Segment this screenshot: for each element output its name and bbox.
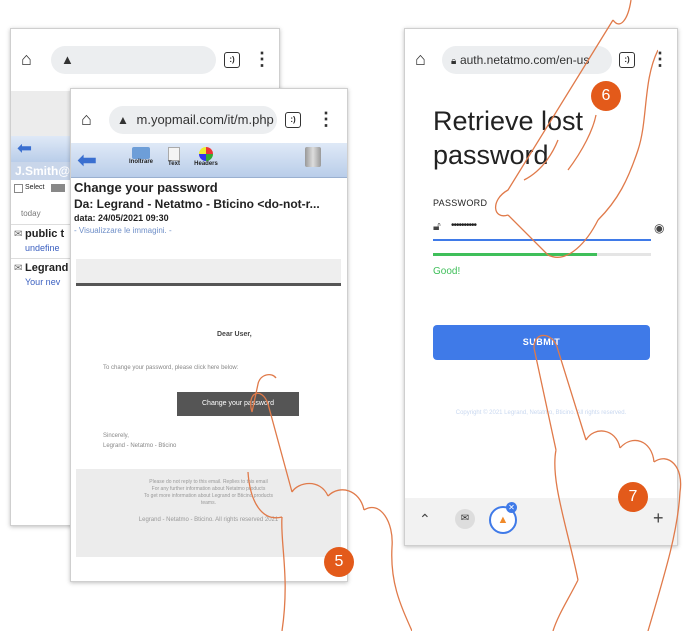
home-icon[interactable]: ⌂: [21, 49, 32, 70]
mail-icon: ✉: [14, 263, 23, 274]
back-address-bar[interactable]: ▲: [51, 46, 216, 74]
back-browser-bar: ⌂ ▲ :) ⋮: [11, 29, 279, 91]
email-instruction: To change your password, please click he…: [103, 365, 239, 371]
step-badge-6: 6: [591, 81, 621, 111]
text-button[interactable]: Text: [163, 147, 185, 167]
lock-icon: 🔒︎: [451, 56, 457, 67]
tabs-icon[interactable]: :): [619, 52, 635, 68]
password-label: PASSWORD: [433, 198, 488, 208]
mid-address-bar[interactable]: ▲ m.yopmail.com/it/m.php: [109, 106, 277, 134]
strength-track: [433, 253, 651, 256]
back-label-badge: [51, 184, 65, 192]
footer-line: For any further information about Netatm…: [151, 486, 266, 492]
close-tab-icon[interactable]: ✕: [506, 502, 517, 513]
right-browser-bar: ⌂ 🔒︎ auth.netatmo.com/en-us :) ⋮: [405, 29, 677, 91]
footer-line: To get more information about Legrand or…: [144, 493, 273, 499]
back-item-sub: undefine: [25, 243, 60, 253]
checkbox-icon[interactable]: [14, 184, 23, 193]
heading-line-2: password: [433, 140, 549, 170]
forward-icon: [132, 147, 150, 159]
back-today-label: today: [21, 209, 41, 218]
plus-icon[interactable]: +: [653, 508, 664, 529]
email-footer: Please do not reply to this email. Repli…: [76, 469, 341, 557]
tabs-icon[interactable]: :): [285, 112, 301, 128]
right-address-bar[interactable]: 🔒︎ auth.netatmo.com/en-us: [442, 46, 612, 74]
strength-fill: [433, 253, 597, 256]
copyright: Copyright © 2021 Legrand, Netatmo, Btici…: [455, 410, 627, 416]
heading-line-1: Retrieve lost: [433, 106, 584, 136]
step-badge-7: 7: [618, 482, 648, 512]
headers-icon: [199, 147, 213, 161]
headers-label: Headers: [194, 161, 218, 167]
email-date-label: data:: [74, 213, 96, 223]
back-item-title: Legrand: [25, 262, 69, 274]
footer-line: Legrand - Netatmo - Bticino. All rights …: [138, 517, 279, 523]
text-icon: [168, 147, 180, 161]
strength-text: Good!: [433, 266, 461, 277]
home-icon[interactable]: ⌂: [415, 49, 426, 70]
back-select-label[interactable]: Select: [25, 184, 44, 191]
tabs-icon[interactable]: :): [224, 52, 240, 68]
email-subject: Change your password: [74, 180, 218, 195]
menu-icon[interactable]: ⋮: [651, 50, 669, 68]
back-item-sub: Your nev: [25, 277, 61, 287]
email-greeting: Dear User,: [217, 331, 252, 338]
forward-button[interactable]: Inoltrare: [123, 147, 159, 165]
trash-icon[interactable]: [305, 147, 321, 167]
forward-label: Inoltrare: [128, 159, 153, 165]
footer-line: Please do not reply to this email. Repli…: [149, 479, 268, 485]
email-date-value: 24/05/2021 09:30: [98, 213, 169, 223]
mid-yop-toolbar: ⬅ Inoltrare Text Headers: [71, 143, 347, 178]
mail-icon: ✉: [14, 229, 23, 240]
step-badge-5: 5: [324, 547, 354, 577]
email-header-banner: [76, 259, 341, 286]
show-images-link[interactable]: - Visualizzare le immagini. -: [74, 226, 172, 235]
email-phone-screen: ⌂ ▲ m.yopmail.com/it/m.php :) ⋮ ⬅ Inoltr…: [70, 88, 348, 582]
eye-icon[interactable]: ◉: [654, 221, 664, 235]
mid-url: m.yopmail.com/it/m.php: [136, 112, 274, 127]
menu-icon[interactable]: ⋮: [317, 110, 335, 128]
text-label: Text: [168, 161, 180, 167]
back-arrow-icon[interactable]: ⬅: [77, 146, 97, 175]
mail-tab-icon[interactable]: ✉: [455, 509, 475, 529]
unlock-icon: 🔓︎: [433, 219, 441, 233]
warning-icon: ▲: [117, 113, 129, 127]
mid-browser-bar: ⌂ ▲ m.yopmail.com/it/m.php :) ⋮: [71, 89, 347, 151]
back-brand: J.Smith@: [15, 164, 71, 178]
headers-button[interactable]: Headers: [189, 147, 223, 167]
chevron-up-icon[interactable]: ⌃: [419, 511, 431, 528]
footer-line: teams.: [200, 500, 216, 506]
email-sign2: Legrand - Netatmo - Bticino: [103, 443, 177, 449]
home-icon[interactable]: ⌂: [81, 109, 92, 130]
submit-button[interactable]: SUBMIT: [433, 325, 650, 360]
change-password-label: Change your password: [202, 400, 274, 407]
email-sign1: Sincerely,: [103, 433, 129, 439]
submit-label: SUBMIT: [522, 337, 561, 347]
right-url: auth.netatmo.com/en-us: [459, 53, 590, 67]
change-password-button[interactable]: Change your password: [177, 392, 299, 416]
email-date: data: 24/05/2021 09:30: [74, 213, 169, 223]
back-arrow-icon[interactable]: ⬅: [17, 138, 32, 159]
password-value: ••••••••••: [451, 220, 477, 231]
back-item-title: public t: [25, 228, 65, 240]
retrieve-heading: Retrieve lost password: [433, 104, 583, 172]
menu-icon[interactable]: ⋮: [253, 50, 271, 68]
warning-icon: ▲: [61, 52, 74, 67]
netatmo-phone-screen: ⌂ 🔒︎ auth.netatmo.com/en-us :) ⋮ Retriev…: [404, 28, 678, 546]
password-field[interactable]: 🔓︎ ••••••••••: [433, 215, 651, 241]
email-from: Da: Legrand - Netatmo - Bticino <do-not-…: [74, 197, 320, 211]
